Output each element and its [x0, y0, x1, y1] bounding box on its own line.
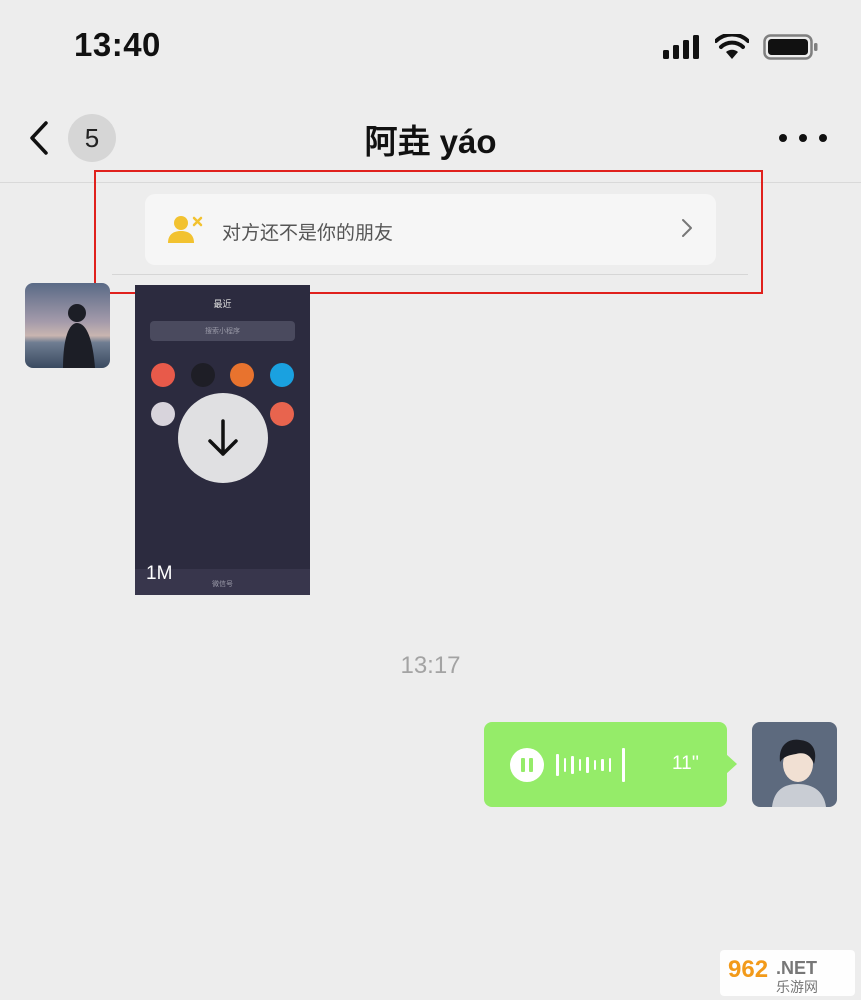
chevron-right-icon: [682, 219, 692, 237]
nav-bar: 5 阿垚 yáo: [0, 95, 861, 183]
svg-text:.NET: .NET: [776, 958, 817, 978]
user-remove-icon: [168, 216, 203, 243]
more-options-button[interactable]: [779, 123, 827, 153]
image-preview-search: 搜索小程序: [150, 321, 295, 341]
image-message[interactable]: 最近 搜索小程序 微信号 1M: [135, 285, 310, 595]
battery-icon: [763, 34, 818, 60]
image-preview-app-row: [135, 363, 310, 387]
my-avatar-image: [752, 722, 837, 807]
svg-text:962: 962: [728, 956, 768, 983]
status-time: 13:40: [74, 26, 161, 63]
voice-duration: 11'': [672, 753, 699, 774]
mini-app-icon: [270, 402, 295, 426]
mini-app-icon: [150, 402, 175, 426]
voice-waveform: [556, 748, 625, 782]
more-dot-icon: [819, 134, 827, 142]
message-timestamp: 13:17: [400, 652, 461, 679]
more-dot-icon: [799, 134, 807, 142]
not-friend-notice[interactable]: 对方还不是你的朋友: [145, 194, 716, 265]
my-avatar[interactable]: [752, 722, 837, 807]
contact-avatar[interactable]: [25, 283, 110, 368]
voice-bubble-tail: [726, 754, 737, 774]
chat-title: 阿垚 yáo: [364, 123, 497, 160]
site-watermark-logo: 962 .NET 乐游网: [720, 950, 855, 996]
voice-message[interactable]: 11'': [484, 722, 727, 807]
svg-text:乐游网: 乐游网: [776, 980, 818, 996]
more-dot-icon: [779, 134, 787, 142]
mini-app-icon: [150, 363, 175, 387]
not-friend-text: 对方还不是你的朋友: [222, 223, 394, 244]
divider: [112, 274, 748, 275]
contact-avatar-image: [25, 283, 110, 368]
download-arrow-icon: [208, 419, 238, 456]
pause-icon[interactable]: [510, 748, 544, 782]
status-icons: [663, 33, 819, 61]
cellular-signal-icon: [663, 35, 699, 59]
image-preview-title: 最近: [213, 299, 232, 309]
wifi-icon: [715, 34, 749, 59]
image-size-label: 1M: [146, 563, 173, 584]
mini-app-icon: [230, 363, 255, 387]
mini-app-icon: [270, 363, 295, 387]
status-bar: 13:40: [0, 0, 861, 95]
download-button[interactable]: [178, 393, 268, 483]
mini-app-icon: [190, 363, 215, 387]
